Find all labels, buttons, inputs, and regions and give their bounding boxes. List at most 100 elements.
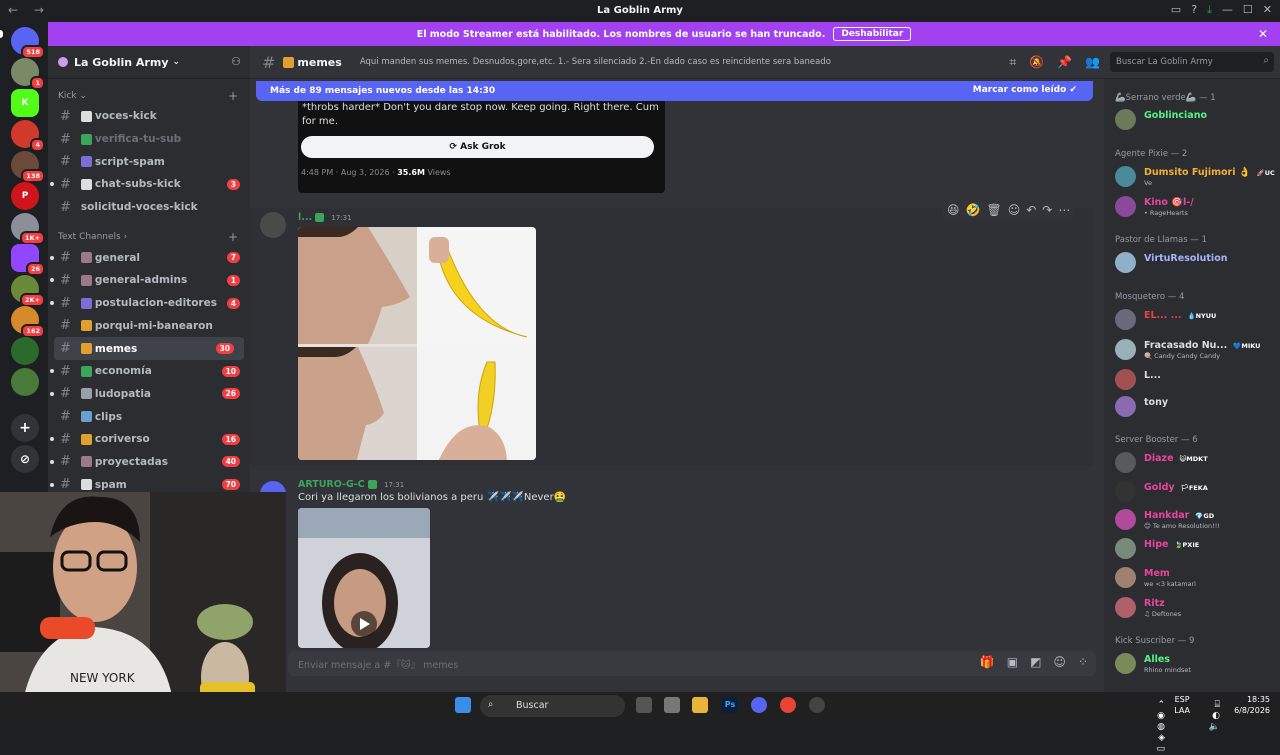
system-tray[interactable]: ⌃ ◉ ◍ ◈ ▭ ESP LAA ⌸ ◐ 🔈 18:35 6/8/2026 bbox=[1157, 694, 1271, 754]
sticker-icon[interactable]: ◩ bbox=[1030, 655, 1041, 669]
category-text-channels[interactable]: Text Channels › + bbox=[48, 228, 250, 246]
reply-icon[interactable]: ↶ bbox=[1026, 203, 1036, 217]
member-item[interactable]: Hipe 🍃PXIE bbox=[1115, 537, 1275, 561]
server-icon[interactable] bbox=[11, 337, 39, 365]
new-messages-bar[interactable]: Más de 89 mensajes nuevos desde las 14:3… bbox=[256, 81, 1093, 101]
gift-icon[interactable]: 🎁 bbox=[980, 655, 995, 669]
channel-item-postulacion-editores[interactable]: # postulacion-editores 4 bbox=[48, 292, 250, 315]
reaction-icon[interactable]: 😆 bbox=[947, 203, 960, 217]
server-icon[interactable]: 2K+ bbox=[11, 275, 45, 307]
member-item[interactable]: tony bbox=[1115, 395, 1275, 419]
server-icon[interactable]: P bbox=[11, 182, 39, 210]
disable-streamer-button[interactable]: Deshabilitar bbox=[833, 27, 912, 41]
mute-bell-icon[interactable]: 🔕 bbox=[1029, 55, 1044, 70]
member-item[interactable]: Ritz ♫ Deftones bbox=[1115, 596, 1275, 620]
member-item[interactable]: Goblinciano bbox=[1115, 108, 1275, 132]
member-item[interactable]: Mem we <3 katamari bbox=[1115, 566, 1275, 590]
add-reaction-icon[interactable]: ☺ bbox=[1008, 203, 1021, 217]
server-icon[interactable]: 162 bbox=[11, 306, 45, 338]
file-explorer-icon[interactable] bbox=[692, 697, 708, 713]
message-author[interactable]: ARTURO-G-C 17:31 bbox=[298, 479, 404, 490]
channel-item-general-admins[interactable]: # general-admins 1 bbox=[48, 269, 250, 292]
network-volume-icons[interactable]: ⌸ ◐ 🔈 bbox=[1209, 700, 1220, 733]
guild-header[interactable]: La Goblin Army ⌄ ⚇ bbox=[48, 46, 250, 79]
taskbar-search[interactable]: ⌕ Buscar bbox=[480, 695, 625, 717]
member-item[interactable]: Dumsito Fujimori 👌 🚀UC Ve bbox=[1115, 165, 1275, 189]
server-icon[interactable]: 138 bbox=[11, 151, 45, 183]
avatar[interactable] bbox=[260, 212, 286, 238]
server-icon[interactable]: K bbox=[11, 89, 39, 117]
app-icon[interactable] bbox=[664, 697, 680, 713]
channel-item-porqui-mi-banearon[interactable]: # porqui-mi-banearon bbox=[48, 315, 250, 338]
server-icon[interactable]: 26 bbox=[11, 244, 45, 276]
ask-grok-button[interactable]: ⟳ Ask Grok bbox=[301, 136, 654, 158]
inbox-icon[interactable]: ▭ bbox=[1171, 3, 1181, 17]
channel-item-general[interactable]: # general 7 bbox=[48, 246, 250, 269]
help-icon[interactable]: ? bbox=[1191, 3, 1197, 17]
channel-item-memes[interactable]: # memes 30 bbox=[54, 337, 244, 360]
channel-item-clips[interactable]: # clips bbox=[48, 405, 250, 428]
channel-item-solicitud-voces-kick[interactable]: # solicitud-voces-kick bbox=[48, 196, 250, 219]
channel-item-economía[interactable]: # economía 10 bbox=[48, 360, 250, 383]
member-item[interactable]: Fracasado Nu... 💙MIKU 🍭 Candy Candy Candy bbox=[1115, 338, 1275, 362]
add-channel-icon[interactable]: + bbox=[228, 230, 238, 244]
gif-icon[interactable]: ▣ bbox=[1007, 655, 1018, 669]
language-indicator[interactable]: ESP LAA bbox=[1174, 694, 1190, 716]
chrome-icon[interactable] bbox=[780, 697, 796, 713]
discord-taskbar-icon[interactable] bbox=[751, 697, 767, 713]
add-server-icon[interactable]: + bbox=[11, 414, 39, 442]
server-icon[interactable]: 4 bbox=[11, 120, 45, 152]
discover-icon[interactable]: ⊘ bbox=[11, 445, 39, 473]
maximize-icon[interactable]: ☐ bbox=[1243, 3, 1253, 17]
obs-icon[interactable] bbox=[809, 697, 825, 713]
emoji-icon[interactable]: ☺ bbox=[1053, 655, 1066, 669]
video-attachment[interactable] bbox=[298, 508, 430, 648]
tray-icons[interactable]: ⌃ ◉ ◍ ◈ ▭ bbox=[1157, 700, 1166, 755]
member-list-icon[interactable]: 👥 bbox=[1085, 55, 1100, 70]
message-input[interactable]: Enviar mensaje a #『🐱』 memes 🎁 ▣ ◩ ☺ ⁘ bbox=[288, 651, 1096, 676]
meme-image[interactable] bbox=[298, 227, 536, 460]
close-icon[interactable]: ✕ bbox=[1263, 3, 1272, 17]
member-item[interactable]: Goldy 🏳FEKA bbox=[1115, 480, 1275, 504]
server-icon[interactable] bbox=[11, 368, 39, 396]
photoshop-icon[interactable]: Ps bbox=[722, 697, 738, 713]
server-icon[interactable]: 518 bbox=[11, 27, 45, 59]
channel-item-proyectadas[interactable]: # proyectadas 40 bbox=[48, 451, 250, 474]
channel-item-chat-subs-kick[interactable]: # chat-subs-kick 3 bbox=[48, 173, 250, 196]
message[interactable]: l... 17:31 😆 🤣 🗑 ☺ ↶ ↷ ⋯ bbox=[250, 201, 1093, 466]
channel-item-verifica-tu-sub[interactable]: # verifica-tu-sub bbox=[48, 128, 250, 151]
windows-start-icon[interactable] bbox=[455, 697, 471, 713]
reaction-icon[interactable]: 🗑 bbox=[986, 203, 1001, 217]
member-item[interactable]: Hankdar 💎GD 😊 Te amo Resolution!!! bbox=[1115, 508, 1275, 532]
member-item[interactable]: Alles Rhino mindset bbox=[1115, 652, 1275, 676]
member-item[interactable]: VirtuResolution bbox=[1115, 251, 1275, 275]
minimize-icon[interactable]: — bbox=[1222, 3, 1233, 17]
channel-item-script-spam[interactable]: # script-spam bbox=[48, 150, 250, 173]
member-item[interactable]: Diaze 😺MDKT bbox=[1115, 451, 1275, 475]
channel-item-ludopatia[interactable]: # ludopatia 26 bbox=[48, 383, 250, 406]
channel-item-spam[interactable]: # spam 70 bbox=[48, 473, 250, 492]
close-banner-icon[interactable]: ✕ bbox=[1258, 27, 1268, 41]
add-channel-icon[interactable]: + bbox=[228, 89, 238, 103]
more-icon[interactable]: ⋯ bbox=[1058, 203, 1070, 217]
channel-topic[interactable]: Aqui manden sus memes. Desnudos,gore,etc… bbox=[360, 57, 831, 67]
member-item[interactable]: L... bbox=[1115, 368, 1275, 392]
member-item[interactable]: EL... ... 💧NYUU bbox=[1115, 308, 1275, 332]
category-kick[interactable]: Kick ⌄ + bbox=[48, 87, 250, 105]
server-icon[interactable]: 1K+ bbox=[11, 213, 45, 245]
search-input[interactable]: Buscar La Goblin Army ⌕ bbox=[1110, 52, 1274, 72]
channel-item-coriverso[interactable]: # coriverso 16 bbox=[48, 428, 250, 451]
forward-icon[interactable]: ↷ bbox=[1042, 203, 1052, 217]
channel-item-voces-kick[interactable]: # voces-kick bbox=[48, 105, 250, 128]
member-item[interactable]: Kino 🎯l-/• RageHearts bbox=[1115, 195, 1275, 219]
server-icon[interactable]: 1 bbox=[11, 58, 45, 90]
reaction-icon[interactable]: 🤣 bbox=[966, 203, 981, 217]
download-icon[interactable]: ⤓ bbox=[1207, 3, 1212, 17]
mark-read-button[interactable]: Marcar como leído ✔ bbox=[973, 85, 1077, 95]
add-member-icon[interactable]: ⚇ bbox=[231, 55, 241, 68]
threads-icon[interactable]: ⌗ bbox=[1009, 55, 1016, 70]
pin-icon[interactable]: 📌 bbox=[1057, 55, 1072, 70]
message-author[interactable]: l... 17:31 bbox=[298, 212, 352, 223]
task-view-icon[interactable] bbox=[636, 697, 652, 713]
apps-icon[interactable]: ⁘ bbox=[1078, 655, 1088, 669]
